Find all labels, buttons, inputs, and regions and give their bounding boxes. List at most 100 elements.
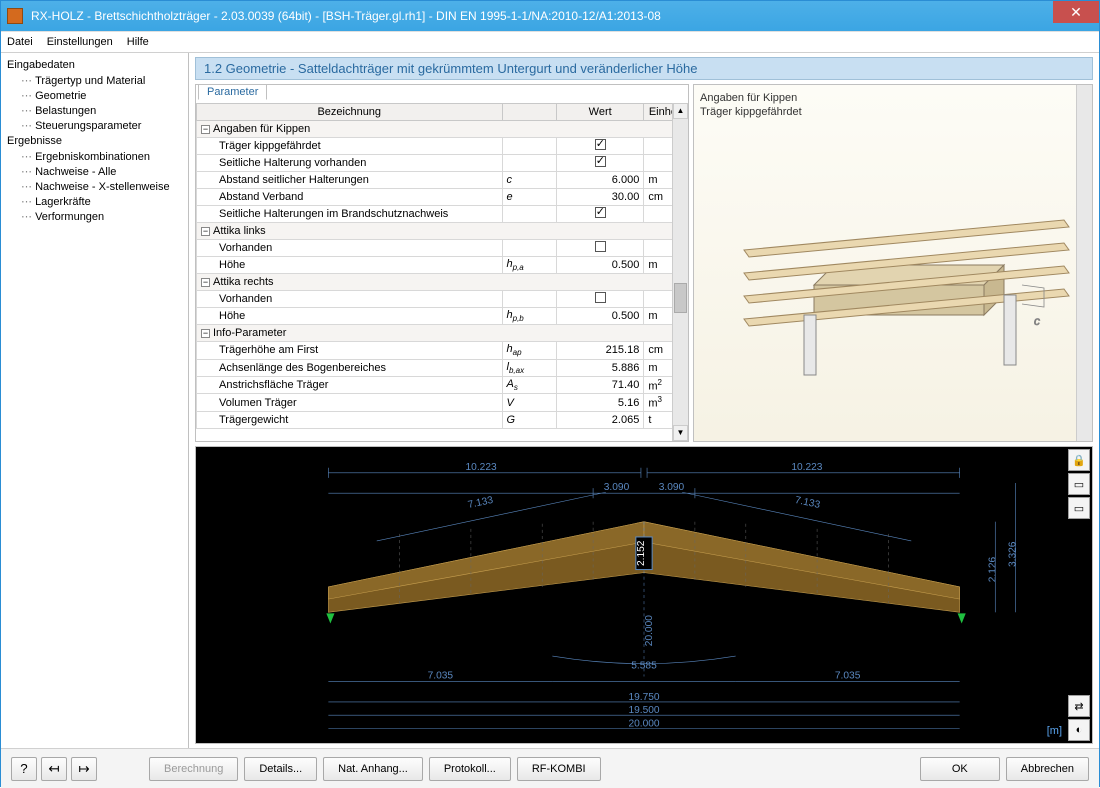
param-value[interactable]: 71.40 — [557, 376, 644, 394]
param-group[interactable]: −Angaben für Kippen — [197, 121, 688, 138]
svg-text:20.000: 20.000 — [644, 615, 655, 646]
next-button[interactable]: ↦ — [71, 757, 97, 781]
svg-text:7.035: 7.035 — [835, 670, 861, 681]
menu-file[interactable]: Datei — [7, 36, 33, 48]
param-value[interactable]: 0.500 — [557, 308, 644, 325]
help-button[interactable]: ? — [11, 757, 37, 781]
nat-anhang-button[interactable]: Nat. Anhang... — [323, 757, 423, 781]
param-label: Seitliche Halterung vorhanden — [197, 155, 503, 172]
preview-3d-diagram: c — [704, 135, 1074, 395]
calc-button[interactable]: Berechnung — [149, 757, 238, 781]
param-value[interactable]: 5.886 — [557, 359, 644, 376]
param-value[interactable]: 5.16 — [557, 394, 644, 412]
param-label: Vorhanden — [197, 291, 503, 308]
tool-icon-2[interactable]: ▭ — [1068, 497, 1090, 519]
rf-kombi-button[interactable]: RF-KOMBI — [517, 757, 601, 781]
param-group[interactable]: −Attika rechts — [197, 274, 688, 291]
param-symbol: c — [502, 172, 557, 189]
tool-icon-4[interactable]: ◐ — [1068, 719, 1090, 741]
window-title: RX-HOLZ - Brettschichtholzträger - 2.03.… — [31, 9, 1053, 23]
nav-item[interactable]: Trägertyp und Material — [3, 73, 186, 88]
svg-text:5.585: 5.585 — [631, 660, 657, 671]
col-designation: Bezeichnung — [197, 104, 503, 121]
details-button[interactable]: Details... — [244, 757, 317, 781]
param-value[interactable]: 6.000 — [557, 172, 644, 189]
lock-icon[interactable]: 🔒 — [1068, 449, 1090, 471]
param-symbol: V — [502, 394, 557, 412]
param-value[interactable]: 215.18 — [557, 342, 644, 359]
param-checkbox[interactable] — [557, 291, 644, 308]
param-symbol: hap — [502, 342, 557, 359]
ok-button[interactable]: OK — [920, 757, 1000, 781]
nav-item[interactable]: Steuerungsparameter — [3, 118, 186, 133]
param-symbol: hp,a — [502, 257, 557, 274]
param-symbol: lb,ax — [502, 359, 557, 376]
param-checkbox[interactable] — [557, 138, 644, 155]
nav-item[interactable]: Geometrie — [3, 88, 186, 103]
scroll-up-icon[interactable]: ▲ — [673, 103, 688, 119]
preview-title1: Angaben für Kippen — [700, 91, 1086, 105]
svg-text:7.133: 7.133 — [467, 495, 495, 511]
cancel-button[interactable]: Abbrechen — [1006, 757, 1089, 781]
param-checkbox[interactable] — [557, 206, 644, 223]
preview-title2: Träger kippgefährdet — [700, 105, 1086, 119]
param-checkbox[interactable] — [557, 155, 644, 172]
menu-help[interactable]: Hilfe — [127, 36, 149, 48]
param-scrollbar[interactable]: ▲ ▼ — [672, 103, 688, 441]
titlebar: RX-HOLZ - Brettschichtholzträger - 2.03.… — [1, 1, 1099, 31]
param-label: Volumen Träger — [197, 394, 503, 412]
col-value: Wert — [557, 104, 644, 121]
param-symbol: As — [502, 376, 557, 394]
param-symbol: hp,b — [502, 308, 557, 325]
param-symbol — [502, 206, 557, 223]
prev-button[interactable]: ↤ — [41, 757, 67, 781]
tool-icon-3[interactable]: ⇄ — [1068, 695, 1090, 717]
nav-item[interactable]: Ergebniskombinationen — [3, 149, 186, 164]
param-value[interactable]: 0.500 — [557, 257, 644, 274]
param-value[interactable]: 2.065 — [557, 412, 644, 429]
svg-text:7.035: 7.035 — [428, 670, 454, 681]
svg-text:10.223: 10.223 — [791, 462, 822, 473]
param-symbol — [502, 291, 557, 308]
nav-tree: Eingabedaten Trägertyp und MaterialGeome… — [1, 53, 189, 748]
svg-text:10.223: 10.223 — [466, 462, 497, 473]
footer: ? ↤ ↦ Berechnung Details... Nat. Anhang.… — [1, 748, 1099, 788]
drawing-panel[interactable]: 10.223 3.090 3.090 10.223 7.133 7.133 2.… — [195, 446, 1093, 744]
nav-group-input: Eingabedaten — [3, 57, 186, 73]
menu-settings[interactable]: Einstellungen — [47, 36, 113, 48]
param-group[interactable]: −Attika links — [197, 223, 688, 240]
svg-text:7.133: 7.133 — [794, 495, 822, 511]
param-label: Seitliche Halterungen im Brandschutznach… — [197, 206, 503, 223]
param-symbol — [502, 240, 557, 257]
nav-item[interactable]: Nachweise - Alle — [3, 164, 186, 179]
svg-text:c: c — [1034, 314, 1040, 328]
nav-item[interactable]: Nachweise - X-stellenweise — [3, 179, 186, 194]
nav-item[interactable]: Lagerkräfte — [3, 194, 186, 209]
svg-text:3.090: 3.090 — [659, 482, 685, 493]
close-button[interactable]: ✕ — [1053, 1, 1099, 23]
col-symbol — [502, 104, 557, 121]
scroll-thumb[interactable] — [674, 283, 687, 313]
parameter-tab[interactable]: Parameter — [198, 84, 267, 100]
nav-item[interactable]: Belastungen — [3, 103, 186, 118]
param-checkbox[interactable] — [557, 240, 644, 257]
param-symbol: e — [502, 189, 557, 206]
tool-icon-1[interactable]: ▭ — [1068, 473, 1090, 495]
parameter-panel: Parameter Bezeichnung Wert Einheit −Anga… — [195, 84, 689, 442]
section-title: 1.2 Geometrie - Satteldachträger mit gek… — [195, 57, 1093, 80]
param-group[interactable]: −Info-Parameter — [197, 325, 688, 342]
preview-scrollbar[interactable] — [1076, 85, 1092, 441]
param-value[interactable]: 30.00 — [557, 189, 644, 206]
preview-panel: Angaben für Kippen Träger kippgefährdet — [693, 84, 1093, 442]
param-label: Trägerhöhe am First — [197, 342, 503, 359]
param-label: Trägergewicht — [197, 412, 503, 429]
svg-text:20.000: 20.000 — [628, 718, 659, 729]
menu-bar: Datei Einstellungen Hilfe — [1, 31, 1099, 53]
param-symbol — [502, 138, 557, 155]
param-symbol: G — [502, 412, 557, 429]
protokoll-button[interactable]: Protokoll... — [429, 757, 511, 781]
scroll-down-icon[interactable]: ▼ — [673, 425, 688, 441]
svg-text:2.126: 2.126 — [987, 556, 998, 582]
nav-item[interactable]: Verformungen — [3, 209, 186, 224]
param-label: Höhe — [197, 308, 503, 325]
